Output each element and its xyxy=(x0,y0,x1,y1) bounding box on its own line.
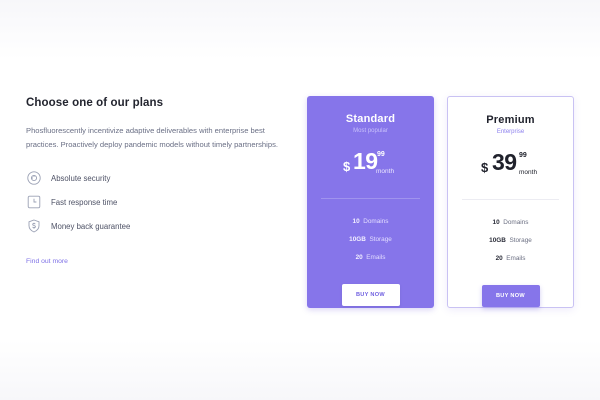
plan-feature-emails: 20 Emails xyxy=(307,249,434,267)
price-amount: 19 xyxy=(353,148,378,174)
feature-label: Domains xyxy=(363,218,389,225)
feature-value: 10 xyxy=(492,219,500,226)
feature-label: Storage xyxy=(369,236,392,243)
dollar-shield-icon xyxy=(26,218,42,234)
feature-value: 10 xyxy=(352,218,360,225)
feature-label: Emails xyxy=(506,255,526,262)
benefit-item: Money back guarantee xyxy=(26,214,296,238)
price-cents: 99 xyxy=(519,152,527,159)
plan-subtitle: Most popular xyxy=(353,128,388,134)
price-period: month xyxy=(519,169,538,176)
pricing-section: Choose one of our plans Phosfluorescentl… xyxy=(0,0,600,400)
clock-icon xyxy=(26,194,42,210)
plan-card-premium: Premium Enterprise $ 39 99 month 10 Doma… xyxy=(447,96,574,308)
find-out-more-link[interactable]: Find out more xyxy=(26,258,68,265)
price-period: month xyxy=(376,168,395,175)
feature-value: 10GB xyxy=(349,236,366,243)
buy-now-button-standard[interactable]: BUY NOW xyxy=(341,284,400,306)
benefit-item: Absolute security xyxy=(26,166,296,190)
plan-feature-storage: 10GB Storage xyxy=(448,232,573,250)
section-title: Choose one of our plans xyxy=(26,97,164,109)
plan-card-standard: Standard Most popular $ 19 99 month 10 D… xyxy=(307,96,434,308)
price-amount: 39 xyxy=(492,149,517,175)
plan-name: Premium xyxy=(486,114,535,126)
benefits-list: Absolute security Fast response time Mon… xyxy=(26,166,296,238)
plan-name: Standard xyxy=(345,113,396,125)
plan-price: $ 19 99 month xyxy=(307,146,434,180)
feature-label: Emails xyxy=(366,254,386,261)
feature-value: 10GB xyxy=(489,237,506,244)
card-divider xyxy=(462,199,559,200)
benefit-label: Money back guarantee xyxy=(51,221,131,231)
price-cents: 99 xyxy=(377,151,385,158)
benefit-item: Fast response time xyxy=(26,190,296,214)
plan-price: $ 39 99 month xyxy=(448,147,573,181)
plan-feature-domains: 10 Domains xyxy=(448,214,573,232)
price-currency: $ xyxy=(481,160,489,175)
feature-label: Storage xyxy=(509,237,532,244)
plan-feature-domains: 10 Domains xyxy=(307,213,434,231)
plan-feature-storage: 10GB Storage xyxy=(307,231,434,249)
feature-label: Domains xyxy=(503,219,529,226)
buy-now-button-premium[interactable]: BUY NOW xyxy=(481,285,540,307)
feature-value: 20 xyxy=(495,255,503,262)
benefit-label: Fast response time xyxy=(51,197,118,207)
shield-lock-icon xyxy=(26,170,42,186)
price-currency: $ xyxy=(343,159,351,174)
plan-subtitle: Enterprise xyxy=(496,129,525,135)
benefit-label: Absolute security xyxy=(51,173,111,183)
plan-features: 10 Domains 10GB Storage 20 Emails xyxy=(307,213,434,267)
section-description: Phosfluorescently incentivize adaptive d… xyxy=(26,126,278,149)
card-divider xyxy=(321,198,420,199)
feature-value: 20 xyxy=(355,254,363,261)
plans-intro: Choose one of our plans Phosfluorescentl… xyxy=(26,97,296,268)
plan-feature-emails: 20 Emails xyxy=(448,250,573,268)
plan-features: 10 Domains 10GB Storage 20 Emails xyxy=(448,214,573,268)
